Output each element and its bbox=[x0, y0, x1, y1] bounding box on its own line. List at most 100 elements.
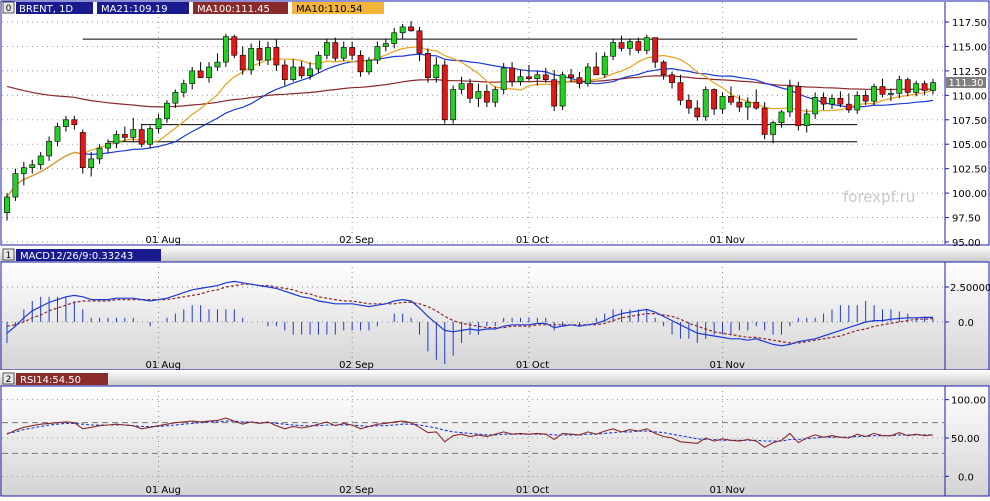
macd-x-tick-label: 01 Oct bbox=[516, 360, 549, 371]
candle-body bbox=[408, 26, 414, 32]
macd-panel-header: 1 MACD12/26/9:0.33243 bbox=[2, 248, 161, 262]
candle-body bbox=[904, 79, 911, 93]
candle-body bbox=[786, 86, 793, 113]
price-x-tick-label: 01 Oct bbox=[516, 235, 549, 246]
candle-body bbox=[63, 119, 69, 127]
price-panel: 95.0097.50100.00102.50105.00107.50110.00… bbox=[0, 0, 990, 249]
last-price-label: 111.30 bbox=[949, 78, 984, 89]
candle-body bbox=[551, 79, 558, 107]
candle-body bbox=[677, 82, 684, 101]
candle-body bbox=[492, 89, 499, 103]
price-y-tick-label: 107.50 bbox=[952, 116, 987, 127]
candle-body bbox=[155, 118, 162, 129]
candle-body bbox=[871, 86, 877, 102]
candle-body bbox=[54, 126, 61, 142]
ma100-label: MA100:111.45 bbox=[197, 4, 270, 15]
candle-body bbox=[610, 42, 617, 57]
symbol-label: BRENT, 1D bbox=[19, 4, 73, 15]
macd-index-label: 1 bbox=[6, 251, 12, 261]
macd-x-tick-label: 02 Sep bbox=[339, 360, 374, 371]
candle-body bbox=[593, 66, 600, 76]
candle-body bbox=[12, 173, 19, 198]
candle-body bbox=[332, 42, 339, 59]
bullish-candle bbox=[12, 168, 19, 201]
candle-body bbox=[138, 129, 145, 145]
candle-body bbox=[829, 97, 835, 105]
candle-body bbox=[197, 70, 204, 79]
candle-body bbox=[113, 134, 120, 144]
candle-body bbox=[307, 68, 313, 77]
candle-body bbox=[357, 54, 364, 73]
candle-body bbox=[172, 92, 179, 104]
price-x-tick-label: 01 Aug bbox=[146, 235, 181, 246]
candle-body bbox=[702, 89, 709, 118]
candle-body bbox=[635, 41, 642, 51]
last-price-tag: 111.30 bbox=[946, 77, 986, 89]
price-y-tick-label: 105.00 bbox=[952, 140, 987, 151]
candle-body bbox=[896, 79, 903, 94]
price-y-tick-label: 112.50 bbox=[952, 67, 987, 78]
trading-chart: 95.00 97.50 100.00 102.50 105.00 107.50 110.00… bbox=[0, 0, 990, 497]
candle-body bbox=[728, 96, 734, 103]
candle-body bbox=[568, 74, 574, 79]
rsi-x-tick-label: 01 Aug bbox=[146, 485, 181, 496]
ma10-label: MA10:110.54 bbox=[296, 4, 363, 15]
bullish-candle bbox=[450, 85, 457, 124]
candle-body bbox=[323, 42, 330, 56]
candle-body bbox=[441, 64, 448, 121]
candle-body bbox=[71, 119, 78, 125]
candle-body bbox=[416, 30, 423, 54]
candle-body bbox=[340, 47, 347, 59]
candle-body bbox=[483, 91, 490, 103]
candle-body bbox=[601, 55, 608, 76]
price-y-tick-label: 115.00 bbox=[952, 42, 987, 53]
macd-label: MACD12/26/9:0.33243 bbox=[20, 251, 133, 262]
macd-y-tick-label: 2.50000 bbox=[950, 283, 990, 294]
price-y-tick-label: 117.50 bbox=[952, 18, 987, 29]
candle-body bbox=[778, 111, 785, 124]
candle-body bbox=[239, 54, 246, 71]
candle-body bbox=[4, 196, 10, 213]
candle-body bbox=[803, 113, 810, 126]
macd-x-tick-label: 01 Aug bbox=[146, 360, 181, 371]
rsi-y-tick-label: 50.00 bbox=[951, 434, 980, 445]
chart-canvas: 95.0097.50100.00102.50105.00107.50110.00… bbox=[0, 0, 990, 497]
candle-body bbox=[517, 76, 524, 82]
candle-body bbox=[576, 77, 583, 84]
candle-body bbox=[88, 158, 95, 168]
candle-body bbox=[584, 66, 591, 84]
price-y-tick-label: 97.50 bbox=[952, 214, 981, 225]
candle-body bbox=[231, 36, 238, 56]
bullish-candle bbox=[601, 52, 608, 78]
candle-body bbox=[913, 83, 920, 93]
candle-body bbox=[20, 167, 27, 174]
bearish-candle bbox=[441, 60, 448, 124]
candle-body bbox=[467, 83, 473, 99]
candle-body bbox=[475, 91, 482, 99]
candle-body bbox=[559, 74, 566, 107]
candle-body bbox=[643, 37, 650, 51]
candle-body bbox=[29, 164, 36, 168]
bearish-candle bbox=[795, 81, 802, 131]
candle-body bbox=[719, 96, 726, 110]
candle-body bbox=[290, 66, 297, 80]
bullish-candle bbox=[248, 43, 255, 75]
candle-body bbox=[458, 83, 465, 90]
candle-body bbox=[222, 36, 229, 63]
candle-body bbox=[256, 48, 263, 61]
candle-body bbox=[79, 132, 86, 168]
candle-body bbox=[265, 47, 271, 61]
candle-body bbox=[391, 32, 398, 44]
rsi-y-tick-label: 0.0 bbox=[958, 472, 974, 483]
candle-body bbox=[854, 95, 861, 111]
candle-body bbox=[424, 52, 431, 79]
candle-body bbox=[669, 74, 675, 83]
rsi-header-strip bbox=[0, 370, 990, 386]
candle-body bbox=[206, 66, 212, 79]
candle-body bbox=[189, 70, 196, 84]
candle-body bbox=[711, 89, 718, 110]
candle-body bbox=[37, 155, 44, 166]
candle-body bbox=[534, 74, 541, 80]
candle-body bbox=[795, 86, 802, 126]
candle-body bbox=[930, 82, 936, 91]
